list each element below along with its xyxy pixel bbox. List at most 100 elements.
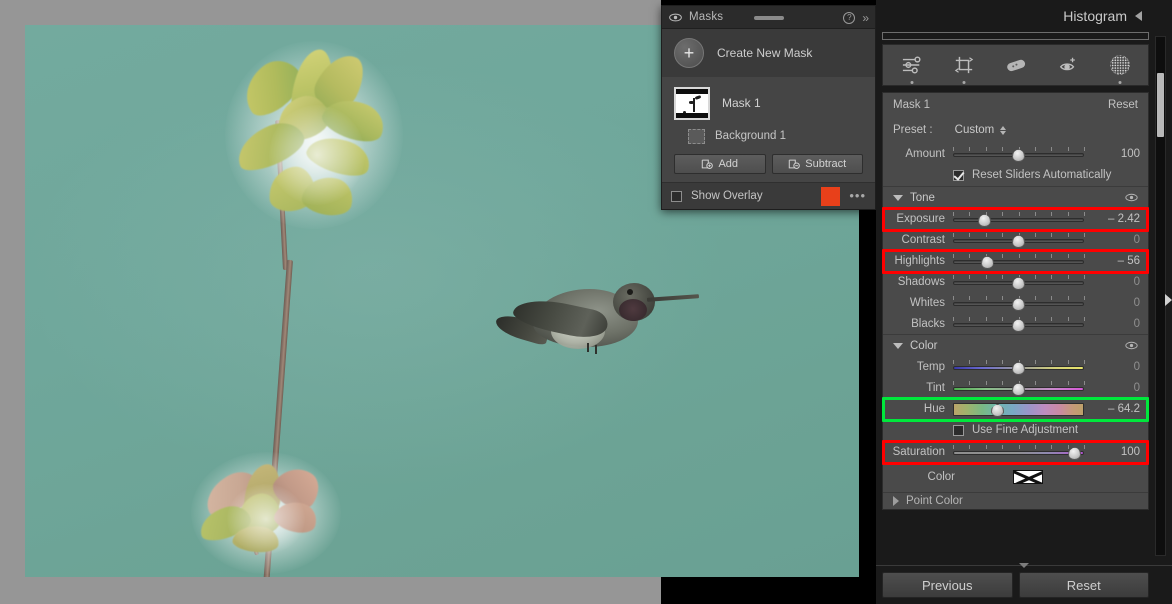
whites-value[interactable]: 0 xyxy=(1088,297,1140,309)
highlights-slider-row[interactable]: Highlights – 56 xyxy=(883,250,1148,271)
temp-slider[interactable] xyxy=(953,359,1085,375)
masks-panel[interactable]: Masks ? » + Create New Mask Mask 1 Backg… xyxy=(661,5,876,210)
blacks-slider-row[interactable]: Blacks 0 xyxy=(883,313,1148,334)
mask-list-item[interactable]: Mask 1 xyxy=(662,83,875,123)
whites-slider-row[interactable]: Whites 0 xyxy=(883,292,1148,313)
create-new-mask-button[interactable]: + Create New Mask xyxy=(662,29,875,77)
masks-panel-header[interactable]: Masks ? » xyxy=(662,6,875,29)
reset-sliders-checkbox[interactable] xyxy=(953,169,964,181)
background-layer-row[interactable]: Background 1 xyxy=(662,123,875,149)
red-eye-icon[interactable] xyxy=(1053,50,1083,80)
histogram-header[interactable]: Histogram xyxy=(876,0,1172,32)
preset-label: Preset : xyxy=(893,124,933,136)
color-section-label: Color xyxy=(910,339,938,352)
overlay-color-swatch[interactable] xyxy=(821,186,841,206)
saturation-value[interactable]: 100 xyxy=(1088,446,1140,458)
scrollbar-thumb[interactable] xyxy=(1157,73,1164,137)
edit-sliders-icon[interactable] xyxy=(897,50,927,84)
help-circle-icon[interactable]: ? xyxy=(843,11,856,24)
slider-track[interactable] xyxy=(953,450,1084,455)
triangle-down-icon[interactable] xyxy=(893,194,903,201)
leaf-cluster-bottom xyxy=(185,450,345,577)
add-mask-button[interactable]: Add xyxy=(674,154,766,174)
mask-reset-link[interactable]: Reset xyxy=(1108,99,1138,111)
whites-slider[interactable] xyxy=(953,295,1085,311)
fine-adjustment-row[interactable]: Use Fine Adjustment xyxy=(883,419,1148,441)
fine-adjustment-checkbox[interactable] xyxy=(953,424,964,436)
temp-value[interactable]: 0 xyxy=(1088,361,1140,373)
reset-button[interactable]: Reset xyxy=(1018,572,1149,598)
contrast-slider-row[interactable]: Contrast 0 xyxy=(883,229,1148,250)
slider-track[interactable] xyxy=(953,402,1084,416)
bird-foot xyxy=(587,343,589,352)
color-swatch-row[interactable]: Color xyxy=(883,462,1148,492)
tint-value[interactable]: 0 xyxy=(1088,382,1140,394)
eye-icon[interactable] xyxy=(669,13,682,22)
double-chevron-right-icon[interactable]: » xyxy=(862,12,869,24)
bird-gorget xyxy=(619,299,647,321)
tone-section-header[interactable]: Tone xyxy=(883,186,1148,208)
subtract-mask-icon xyxy=(789,159,801,169)
blacks-label: Blacks xyxy=(911,317,945,330)
temp-slider-row[interactable]: Temp 0 xyxy=(883,356,1148,377)
subtract-mask-button[interactable]: Subtract xyxy=(771,154,863,174)
shadows-slider-row[interactable]: Shadows 0 xyxy=(883,271,1148,292)
color-section-header[interactable]: Color xyxy=(883,334,1148,356)
plus-icon[interactable]: + xyxy=(674,38,704,68)
masking-icon[interactable] xyxy=(1105,50,1135,84)
add-mask-icon xyxy=(702,159,714,169)
eye-icon[interactable] xyxy=(1125,337,1138,355)
shadows-value[interactable]: 0 xyxy=(1088,276,1140,288)
healing-brush-icon[interactable] xyxy=(1001,50,1031,80)
blacks-slider[interactable] xyxy=(953,316,1085,332)
color-swatch-label: Color xyxy=(927,471,955,483)
contrast-value[interactable]: 0 xyxy=(1088,234,1140,246)
tint-slider-row[interactable]: Tint 0 xyxy=(883,377,1148,398)
hue-value[interactable]: – 64.2 xyxy=(1088,403,1140,415)
previous-button[interactable]: Previous xyxy=(882,572,1013,598)
hummingbird-subject xyxy=(493,263,700,378)
no-color-swatch[interactable] xyxy=(1013,470,1043,484)
blacks-value[interactable]: 0 xyxy=(1088,318,1140,330)
tint-slider[interactable] xyxy=(953,380,1085,396)
point-color-section-header[interactable]: Point Color xyxy=(883,492,1148,509)
chevron-updown-icon[interactable] xyxy=(1000,125,1007,135)
panel-drag-handle[interactable] xyxy=(753,16,784,20)
panel-expand-arrow-icon[interactable] xyxy=(1165,294,1172,306)
overlay-more-options-icon[interactable]: ••• xyxy=(849,189,866,202)
contrast-slider[interactable] xyxy=(953,232,1085,248)
triangle-right-icon[interactable] xyxy=(893,496,899,506)
histogram-graph[interactable] xyxy=(882,32,1149,40)
fine-adjustment-label: Use Fine Adjustment xyxy=(972,424,1079,436)
triangle-down-icon[interactable] xyxy=(893,342,903,349)
triangle-left-icon[interactable] xyxy=(1135,11,1142,21)
background-layer-label: Background 1 xyxy=(715,130,786,142)
histogram-title: Histogram xyxy=(1063,8,1127,24)
highlights-slider[interactable] xyxy=(953,253,1085,269)
hue-slider-row[interactable]: Hue – 64.2 xyxy=(883,398,1148,419)
exposure-value[interactable]: – 2.42 xyxy=(1088,213,1140,225)
preset-row[interactable]: Preset : Custom xyxy=(883,117,1148,143)
highlights-value[interactable]: – 56 xyxy=(1088,255,1140,267)
slider-track[interactable] xyxy=(953,217,1084,222)
saturation-slider[interactable] xyxy=(953,444,1085,460)
eye-icon[interactable] xyxy=(1125,189,1138,207)
shadows-slider[interactable] xyxy=(953,274,1085,290)
preset-value[interactable]: Custom xyxy=(955,124,995,136)
hue-slider[interactable] xyxy=(953,401,1084,417)
panel-collapse-triangle-icon[interactable] xyxy=(1019,563,1029,568)
exposure-slider-row[interactable]: Exposure – 2.42 xyxy=(883,208,1148,229)
tone-slider-group: Exposure – 2.42 Contrast 0 Highlights – 56 Sha… xyxy=(883,208,1148,334)
show-overlay-row[interactable]: Show Overlay ••• xyxy=(662,182,875,209)
exposure-slider[interactable] xyxy=(953,211,1085,227)
show-overlay-checkbox[interactable] xyxy=(671,190,682,202)
amount-slider-row[interactable]: Amount 100 xyxy=(883,143,1148,164)
crop-rotate-icon[interactable] xyxy=(949,50,979,84)
saturation-slider-row[interactable]: Saturation 100 xyxy=(883,441,1148,462)
amount-slider[interactable] xyxy=(953,146,1085,162)
reset-sliders-row[interactable]: Reset Sliders Automatically xyxy=(883,164,1148,186)
mask-thumbnail[interactable] xyxy=(674,86,710,120)
point-color-label: Point Color xyxy=(906,495,963,507)
slider-track[interactable] xyxy=(953,259,1084,264)
amount-value[interactable]: 100 xyxy=(1088,148,1140,160)
